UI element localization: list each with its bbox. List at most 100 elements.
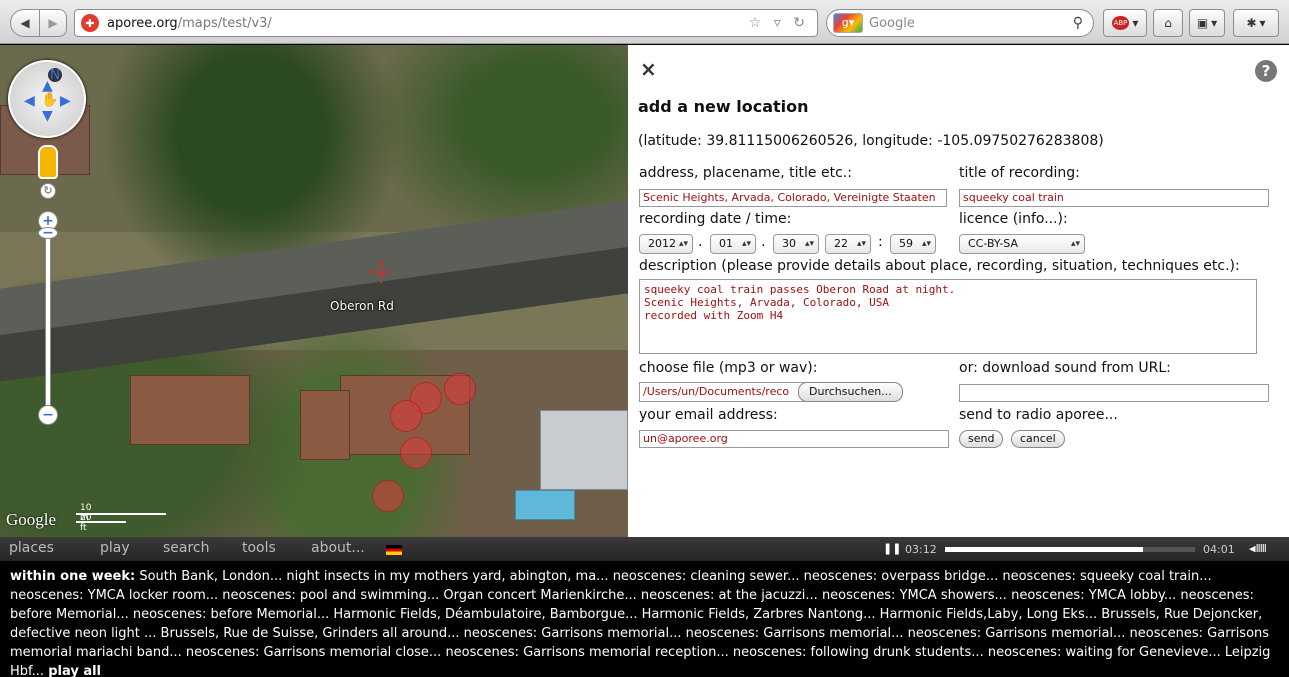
forward-button[interactable]: ▶ [39,9,67,37]
minute-value: 59 [899,237,913,250]
bookmarks-button[interactable]: ▣ ▾ [1189,9,1225,37]
browser-toolbar: ◀ ▶ ✚ aporee.org/maps/test/v3/ ☆ ▿ ↻ g▾ … [0,0,1289,44]
licence-value: CC-BY-SA [968,237,1018,250]
browse-button[interactable]: Durchsuchen... [798,382,903,402]
rooftop [300,390,350,460]
minute-select[interactable]: 59 ▴▾ [890,234,936,254]
current-time: 03:12 [905,543,937,556]
pause-icon[interactable]: ❚❚ [883,542,901,555]
coordinates-text: (latitude: 39.81115006260526, longitude:… [638,133,1104,149]
puzzle-icon: ✱ [1246,16,1257,30]
add-location-dialog: × ? add a new location (latitude: 39.811… [628,45,1289,537]
url-path: /maps/test/v3/ [177,15,272,31]
pan-left-icon[interactable]: ◀ [24,93,35,109]
satellite-map[interactable]: Oberon Rd N ▲ ▼ ◀ ▶ ✋ ↻ + − − Google 10 … [0,45,628,537]
url-host: aporee.org [107,15,178,31]
rotate-icon[interactable]: ↻ [40,183,56,199]
german-flag-icon[interactable] [386,545,402,555]
progress-bar[interactable] [945,547,1195,552]
progress-fill [945,547,1143,552]
search-icon[interactable]: ⚲ [1073,15,1083,31]
hand-icon: ✋ [41,92,59,108]
email-label: your email address: [639,407,778,423]
crosshair-icon [370,261,392,283]
search-bar[interactable]: g▾ Google ⚲ [826,9,1094,37]
url-bar[interactable]: ✚ aporee.org/maps/test/v3/ ☆ ▿ ↻ [74,9,818,37]
chevron-down-icon: ▾ [1211,16,1218,30]
date-separator: . [761,234,766,250]
date-separator: . [698,234,703,250]
extensions-button[interactable]: ✱ ▾ [1233,9,1279,37]
zoom-slider[interactable] [45,215,51,415]
select-arrows-icon: ▴▾ [678,239,688,249]
adblock-button[interactable]: ABP ▾ [1103,9,1147,37]
pan-control[interactable]: N ▲ ▼ ◀ ▶ ✋ [8,60,86,138]
day-select[interactable]: 30 ▴▾ [773,234,819,254]
month-value: 01 [719,237,733,250]
zoom-out-button[interactable]: − [38,405,58,425]
year-select[interactable]: 2012 ▴▾ [639,234,693,254]
address-input[interactable]: Scenic Heights, Arvada, Colorado, Verein… [639,189,947,207]
file-label: choose file (mp3 or wav): [639,360,818,376]
sound-marker[interactable] [444,373,476,405]
url-download-input[interactable] [959,384,1269,402]
nav-about[interactable]: about... [311,540,365,556]
feed-text[interactable]: South Bank, London... night insects in m… [10,569,1270,677]
hour-value: 22 [834,237,848,250]
site-favicon-icon: ✚ [81,14,99,32]
radio-aporee-label: send to radio aporee... [959,407,1118,423]
nav-play[interactable]: play [100,540,130,556]
play-all-link[interactable]: play all [48,664,101,677]
audio-player: ❚❚ 03:12 04:01 ◂ılllll [877,537,1289,561]
url-download-label: or: download sound from URL: [959,360,1171,376]
pegman-icon[interactable] [38,145,58,179]
email-input[interactable]: un@aporee.org [639,430,949,448]
road-label: Oberon Rd [330,299,394,313]
recording-title-input[interactable]: squeeky coal train [959,189,1269,207]
month-select[interactable]: 01 ▴▾ [710,234,756,254]
search-placeholder: Google [869,15,915,31]
year-value: 2012 [648,237,676,250]
sound-marker[interactable] [400,437,432,469]
bookmark-star-icon[interactable]: ☆ ▿ ↻ [749,15,809,31]
bookmarks-icon: ▣ [1196,16,1209,30]
send-button[interactable]: send [959,430,1004,448]
scale-bottom-label: 20 ft [80,513,92,533]
adblock-icon: ABP [1111,16,1130,30]
nav-places[interactable]: places [9,540,54,556]
volume-icon[interactable]: ◂ılllll [1249,542,1267,555]
select-arrows-icon: ▴▾ [741,239,751,249]
pan-down-icon[interactable]: ▼ [42,108,53,124]
dialog-title: add a new location [638,97,809,116]
total-time: 04:01 [1203,543,1235,556]
feed-heading: within one week: [10,569,136,584]
chevron-down-icon: ▾ [1132,16,1139,30]
sound-marker[interactable] [372,480,404,512]
back-button[interactable]: ◀ [10,9,40,37]
select-arrows-icon: ▴▾ [1070,239,1080,249]
help-icon[interactable]: ? [1255,60,1277,82]
scale-bar [76,521,126,523]
nav-tools[interactable]: tools [242,540,276,556]
rooftop [540,410,628,490]
select-arrows-icon: ▴▾ [804,239,814,249]
home-button[interactable]: ⌂ [1153,9,1183,37]
hour-select[interactable]: 22 ▴▾ [825,234,871,254]
pool [515,490,575,520]
select-arrows-icon: ▴▾ [921,239,931,249]
pan-right-icon[interactable]: ▶ [60,93,71,109]
close-icon[interactable]: × [640,57,657,81]
address-label: address, placename, title etc.: [639,165,852,181]
nav-search[interactable]: search [163,540,210,556]
back-arrow-icon: ◀ [20,16,30,30]
licence-select[interactable]: CC-BY-SA ▴▾ [959,234,1085,254]
rooftop [130,375,250,445]
google-engine-icon[interactable]: g▾ [833,13,863,33]
sound-marker[interactable] [390,400,422,432]
licence-label[interactable]: licence (info...): [959,211,1068,227]
zoom-handle[interactable]: − [38,226,58,240]
description-textarea[interactable]: squeeky coal train passes Oberon Road at… [639,279,1257,354]
description-label: description (please provide details abou… [639,258,1240,274]
select-arrows-icon: ▴▾ [856,239,866,249]
cancel-button[interactable]: cancel [1011,430,1065,448]
